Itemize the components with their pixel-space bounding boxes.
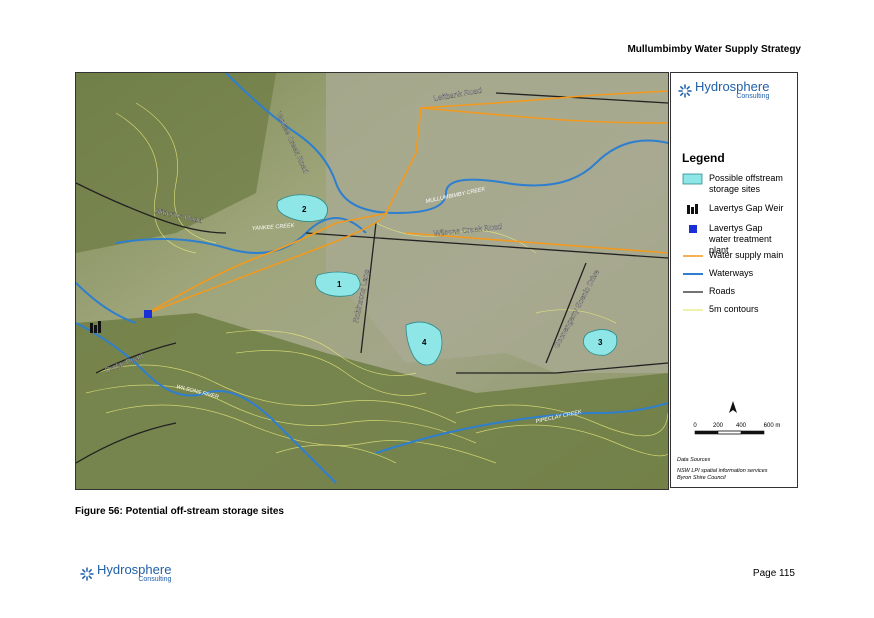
- legend-panel: Hydrosphere Consulting Legend Possible o…: [670, 72, 798, 488]
- site-label-3: 3: [598, 338, 603, 347]
- scale-tick-400: 400: [736, 423, 747, 429]
- page-number: Page 115: [752, 568, 795, 579]
- data-source-2: Byron Shire Council: [677, 475, 726, 481]
- scale-tick-200: 200: [713, 423, 724, 429]
- legend-logo-brand: Hydrosphere: [695, 79, 770, 94]
- legend-label: Possible offstream storage sites: [709, 173, 783, 194]
- site-label-4: 4: [422, 338, 427, 347]
- legend-logo: Hydrosphere Consulting: [678, 79, 770, 101]
- north-arrow-icon: [729, 401, 737, 413]
- road-line-icon: [683, 291, 703, 293]
- scale-tick-600: 600 m: [764, 423, 781, 429]
- legend-item-roads: Roads: [682, 286, 735, 298]
- legend-title: Legend: [682, 151, 725, 165]
- storage-site-swatch: [682, 173, 703, 185]
- map-panel: 2 1 4 3 Leftbank Road Yankee Creek Road …: [75, 72, 669, 490]
- legend-label: Waterways: [709, 268, 754, 278]
- scale-bar: 0 200 400 600 m: [691, 399, 795, 444]
- legend-label: Lavertys Gap Weir: [709, 203, 784, 213]
- site-label-1: 1: [337, 280, 342, 289]
- data-sources: Data Sources NSW LPI spatial information…: [677, 457, 767, 482]
- legend-label: 5m contours: [709, 304, 759, 314]
- waterway-line-icon: [683, 273, 703, 275]
- contour-line-icon: [683, 309, 703, 311]
- legend-item-storage-sites: Possible offstream storage sites: [682, 173, 787, 195]
- footer-logo-brand: Hydrosphere: [97, 562, 172, 577]
- data-source-1: NSW LPI spatial information services: [677, 468, 768, 474]
- footer-logo-sub: Consulting: [138, 576, 172, 583]
- data-sources-title: Data Sources: [677, 457, 711, 463]
- weir-icon: [687, 204, 698, 214]
- hydrosphere-logo-icon: [80, 567, 94, 581]
- scale-tick-0: 0: [693, 423, 697, 429]
- hydrosphere-logo-icon: [678, 84, 692, 98]
- treatment-plant-icon: [689, 225, 697, 233]
- document-title: Mullumbimby Water Supply Strategy: [627, 44, 801, 55]
- site-label-2: 2: [302, 205, 307, 214]
- north-arrow-and-scale: 0 200 400 600 m: [693, 401, 781, 435]
- legend-logo-sub: Consulting: [736, 93, 770, 100]
- aerial-map: 2 1 4 3 Leftbank Road Yankee Creek Road …: [76, 73, 668, 489]
- footer-logo: Hydrosphere Consulting: [80, 562, 172, 584]
- legend-label: Roads: [709, 286, 736, 296]
- legend-label: Water supply main: [709, 250, 784, 260]
- legend-item-contours: 5m contours: [682, 304, 759, 316]
- legend-item-water-main: Water supply main: [682, 250, 783, 262]
- figure-caption: Figure 56: Potential off-stream storage …: [75, 506, 284, 517]
- treatment-plant-marker: [144, 310, 152, 318]
- legend-item-waterways: Waterways: [682, 268, 753, 280]
- legend-item-weir: Lavertys Gap Weir: [682, 203, 783, 215]
- water-main-line-icon: [683, 255, 703, 257]
